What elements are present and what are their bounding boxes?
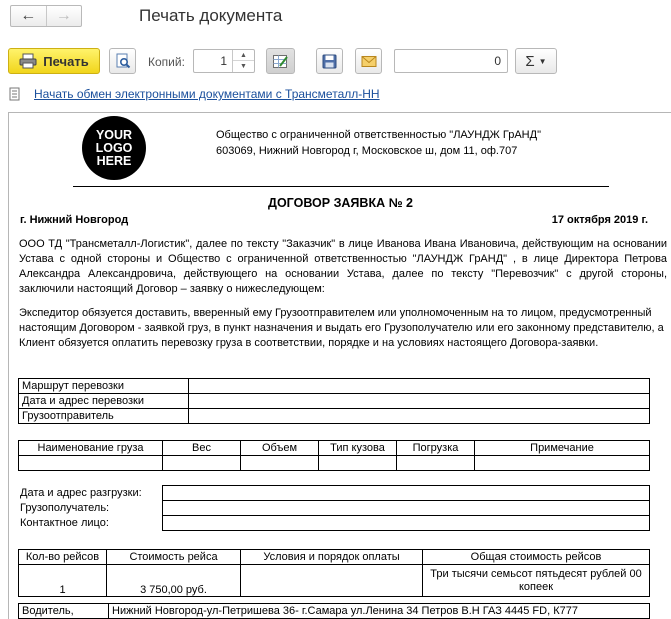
note-header: Примечание bbox=[474, 440, 650, 456]
caret-up-icon: ▲ bbox=[240, 51, 247, 59]
save-button[interactable] bbox=[316, 48, 343, 74]
toolbar: Печать Копий: 1 ▲ ▼ 0 Σ ▼ bbox=[0, 46, 671, 76]
unloading-table: Дата и адрес разгрузки: Грузополучатель:… bbox=[18, 485, 650, 531]
window-header: ← → Печать документа bbox=[0, 0, 671, 40]
edit-table-icon bbox=[273, 54, 288, 68]
cargo-name-header: Наименование груза bbox=[18, 440, 163, 456]
contact-value bbox=[161, 515, 650, 531]
transport-date-value bbox=[188, 393, 650, 409]
edi-exchange-link[interactable]: Начать обмен электронными документами с … bbox=[34, 87, 380, 101]
contract-city: г. Нижний Новгород bbox=[20, 214, 129, 226]
table-row: Контактное лицо: bbox=[18, 515, 650, 531]
unload-date-label: Дата и адрес разгрузки: bbox=[20, 487, 142, 499]
organization-address: 603069, Нижний Новгород г, Московское ш,… bbox=[216, 145, 518, 157]
table-header-row: Наименование груза Вес Объем Тип кузова … bbox=[18, 440, 650, 456]
logo-line-1: YOUR bbox=[95, 127, 133, 142]
decrement-button[interactable]: ▼ bbox=[233, 61, 254, 72]
increment-button[interactable]: ▲ bbox=[233, 50, 254, 61]
copies-value: 1 bbox=[220, 54, 227, 68]
sum-field: 0 bbox=[394, 49, 508, 73]
cargo-volume-header: Объем bbox=[240, 440, 319, 456]
route-label: Маршрут перевозки bbox=[18, 378, 189, 394]
unload-date-value bbox=[161, 485, 650, 501]
caret-down-icon: ▼ bbox=[240, 63, 247, 70]
table-row: Грузоотправитель bbox=[18, 408, 650, 424]
loading-header: Погрузка bbox=[396, 440, 475, 456]
shipper-label: Грузоотправитель bbox=[18, 408, 189, 424]
cargo-table: Наименование груза Вес Объем Тип кузова … bbox=[18, 440, 650, 471]
cargo-weight-header: Вес bbox=[162, 440, 241, 456]
table-row: Водитель, Нижний Новгород-ул-Петришева 3… bbox=[18, 603, 650, 619]
organization-name: Общество с ограниченной ответственностью… bbox=[216, 129, 541, 141]
window-title: Печать документа bbox=[139, 6, 283, 25]
table-row: 1 3 750,00 руб. Три тысячи семьсот пятьд… bbox=[18, 564, 650, 597]
table-header-row: Кол-во рейсов Стоимость рейса Условия и … bbox=[18, 549, 650, 565]
driver-table: Водитель, Нижний Новгород-ул-Петришева 3… bbox=[18, 603, 650, 619]
document-viewport[interactable]: YOUR LOGO HERE Общество с ограниченной о… bbox=[8, 112, 671, 619]
sum-mode-dropdown[interactable]: Σ ▼ bbox=[515, 48, 557, 74]
shipper-value bbox=[188, 408, 650, 424]
floppy-disk-icon bbox=[322, 54, 337, 68]
edi-link-row: Начать обмен электронными документами с … bbox=[8, 86, 380, 102]
table-row: Дата и адрес перевозки bbox=[18, 393, 650, 409]
envelope-icon bbox=[361, 55, 376, 67]
table-row: Маршрут перевозки bbox=[18, 378, 650, 394]
contact-label: Контактное лицо: bbox=[20, 517, 109, 529]
body-type-header: Тип кузова bbox=[318, 440, 397, 456]
table-row bbox=[18, 455, 650, 471]
contract-parties-paragraph: ООО ТД "Трансметалл-Логистик", далее по … bbox=[19, 238, 667, 295]
total-cost-header: Общая стоимость рейсов bbox=[422, 549, 650, 565]
route-value bbox=[188, 378, 650, 394]
trip-price-value: 3 750,00 руб. bbox=[106, 564, 241, 597]
chevron-down-icon: ▼ bbox=[538, 56, 547, 66]
contract-title: ДОГОВОР ЗАЯВКА № 2 bbox=[268, 196, 413, 210]
consignee-value bbox=[161, 500, 650, 516]
total-cost-value: Три тысячи семьсот пятьдесят рублей 00 к… bbox=[422, 564, 650, 597]
arrow-left-icon: ← bbox=[20, 7, 37, 24]
preview-button[interactable] bbox=[109, 48, 136, 74]
table-row: Грузополучатель: bbox=[18, 500, 650, 516]
navigation-group: ← → bbox=[10, 5, 82, 27]
contract-obligations-paragraph: Экспедитор обязуется доставить, вверенны… bbox=[19, 307, 664, 349]
sigma-icon: Σ bbox=[525, 52, 535, 70]
edit-mode-toggle[interactable] bbox=[266, 48, 295, 74]
print-label: Печать bbox=[43, 53, 89, 69]
back-button[interactable]: ← bbox=[11, 6, 47, 26]
consignee-label: Грузополучатель: bbox=[20, 502, 110, 514]
payment-terms-value bbox=[240, 564, 423, 597]
organization-block: Общество с ограниченной ответственностью… bbox=[216, 127, 541, 159]
forward-button[interactable]: → bbox=[47, 6, 82, 26]
table-row: Дата и адрес разгрузки: bbox=[18, 485, 650, 501]
copies-spinner: ▲ ▼ bbox=[232, 50, 254, 72]
print-button[interactable]: Печать bbox=[8, 48, 100, 74]
logo-line-3: HERE bbox=[96, 153, 132, 168]
magnifier-page-icon bbox=[116, 53, 130, 69]
driver-label: Водитель, bbox=[18, 603, 109, 619]
company-logo: YOUR LOGO HERE bbox=[82, 116, 146, 180]
sum-value: 0 bbox=[494, 54, 501, 68]
trip-count-value: 1 bbox=[18, 564, 107, 597]
send-email-button[interactable] bbox=[355, 48, 382, 74]
trip-count-header: Кол-во рейсов bbox=[18, 549, 107, 565]
arrow-right-icon: → bbox=[55, 7, 72, 24]
trips-table: Кол-во рейсов Стоимость рейса Условия и … bbox=[18, 549, 650, 597]
driver-value: Нижний Новгород-ул-Петришева 36- г.Самар… bbox=[108, 603, 650, 619]
payment-terms-header: Условия и порядок оплаты bbox=[240, 549, 423, 565]
trip-price-header: Стоимость рейса bbox=[106, 549, 241, 565]
route-table: Маршрут перевозки Дата и адрес перевозки… bbox=[18, 378, 650, 424]
logo-line-2: LOGO bbox=[95, 140, 133, 155]
contract-date: 17 октября 2019 г. bbox=[551, 214, 648, 226]
copies-label: Копий: bbox=[148, 55, 185, 69]
copies-stepper[interactable]: 1 ▲ ▼ bbox=[193, 49, 255, 73]
header-divider bbox=[73, 186, 609, 187]
printer-icon bbox=[19, 53, 37, 69]
transport-date-label: Дата и адрес перевозки bbox=[18, 393, 189, 409]
document-exchange-icon bbox=[9, 87, 20, 101]
